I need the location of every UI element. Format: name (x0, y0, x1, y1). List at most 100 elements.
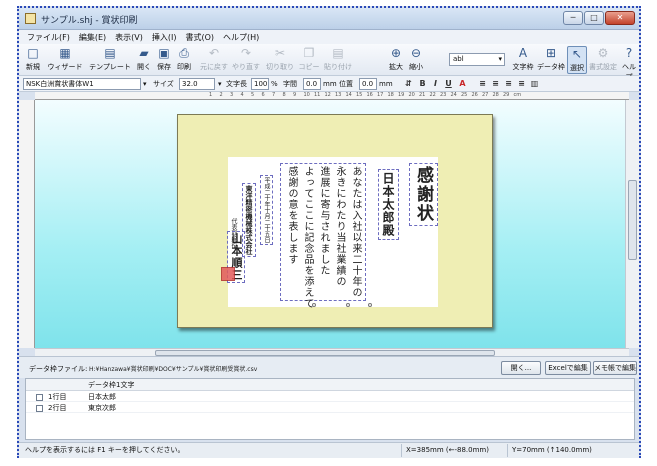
char-width-input[interactable]: 100 (251, 78, 269, 90)
edit-in-notepad-button[interactable]: メモ帳で編集 (593, 361, 637, 375)
row-value: 日本太郎 (88, 393, 116, 401)
resize-handle[interactable] (346, 303, 350, 307)
ruler-tick: 13 (335, 92, 342, 98)
char-width-label: 文字長 (226, 80, 247, 88)
undo-button[interactable]: ↶ 元に戻す (199, 46, 229, 74)
data-frame-icon: ⊞ (545, 46, 557, 60)
table-row[interactable]: 2行目 東京次郎 (26, 403, 634, 413)
open-button[interactable]: ▰ 開く (135, 46, 153, 74)
row-checkbox[interactable] (36, 405, 43, 412)
align-right-icon[interactable]: ≡ (503, 78, 514, 90)
scissors-icon: ✂ (274, 46, 286, 60)
format-toolbar: NSK白洲賞状書体W1 ▾ サイズ 32.0 ▾ 文字長 100 % 字間 0.… (19, 76, 639, 92)
seal-stamp-icon (221, 267, 235, 281)
vertical-scrollbar[interactable] (625, 100, 639, 348)
chevron-down-icon[interactable]: ▾ (218, 78, 222, 90)
resize-handle[interactable] (368, 303, 372, 307)
help-button[interactable]: ?ヘルプ (619, 46, 639, 81)
align-left-icon[interactable]: ≡ (477, 78, 488, 90)
data-frame-button[interactable]: ⊞ データ枠 (537, 46, 565, 74)
ruler-tick: 28 (492, 92, 499, 98)
position-label: 位置 (339, 80, 353, 88)
ruler-tick: 11 (314, 92, 321, 98)
vertical-text-icon[interactable]: ⇵ (403, 78, 414, 90)
close-button[interactable]: ✕ (605, 11, 635, 25)
row-number: 2行目 (48, 404, 67, 412)
title-bar: サンプル.shj - 賞状印刷 ─ □ ✕ (19, 8, 639, 30)
certificate-area[interactable]: 感謝状 日本太郎殿 あなたは入社以来二十年の 永きにわたり当社業績の 進展に寄与され… (221, 157, 438, 309)
wizard-button[interactable]: ▦ ウィザード (45, 46, 85, 74)
justify-icon[interactable]: ≡ (516, 78, 527, 90)
menu-insert[interactable]: 挿入(I) (152, 32, 177, 43)
cursor-icon: ↖ (571, 47, 583, 61)
print-button[interactable]: ⎙ 印刷 (175, 46, 193, 74)
copy-button[interactable]: ❐ コピー (297, 46, 321, 74)
paper-sheet[interactable]: 感謝状 日本太郎殿 あなたは入社以来二十年の 永きにわたり当社業績の 進展に寄与され… (177, 114, 493, 328)
menu-file[interactable]: ファイル(F) (27, 32, 70, 43)
certificate-body[interactable]: あなたは入社以来二十年の 永きにわたり当社業績の 進展に寄与されました よってここに記… (280, 163, 366, 309)
recipient-name[interactable]: 日本太郎殿 (378, 169, 399, 240)
ruler-tick: 10 (303, 92, 310, 98)
main-toolbar: □ 新規 ▦ ウィザード ▤ テンプレート ▰ 開く ▣ 保存 ⎙ 印刷 ↶ 元に戻す ↷ やり… (19, 44, 639, 81)
editor-area: 1 2 3 4 5 6 7 8 9 10 11 12 13 14 15 16 17 18 19 20 21 22 23 24 2… (19, 92, 639, 356)
status-bar: ヘルプを表示するには F1 キーを押してください。 X=385mm (←-88.… (19, 442, 639, 458)
distribute-icon[interactable]: ▥ (529, 78, 540, 90)
ruler-tick: 1 (209, 92, 213, 98)
underline-icon[interactable]: U (443, 78, 454, 90)
align-center-icon[interactable]: ≡ (490, 78, 501, 90)
menu-bar: ファイル(F) 編集(E) 表示(V) 挿入(I) 書式(O) ヘルプ(H) (19, 30, 639, 44)
italic-icon[interactable]: I (430, 78, 441, 90)
open-datafile-button[interactable]: 開く... (501, 361, 541, 375)
cut-button[interactable]: ✂ 切り取り (265, 46, 295, 74)
zoom-out-icon: ⊖ (410, 46, 422, 60)
template-icon: ▤ (104, 46, 116, 60)
menu-help[interactable]: ヘルプ(H) (223, 32, 259, 43)
resize-handle[interactable] (312, 303, 316, 307)
minimize-button[interactable]: ─ (563, 11, 583, 25)
folder-icon: ▰ (139, 46, 149, 60)
position-input[interactable]: 0.0 (359, 78, 377, 90)
ruler-tick: 21 (419, 92, 426, 98)
ruler-tick: 15 (356, 92, 363, 98)
menu-view[interactable]: 表示(V) (115, 32, 143, 43)
ruler-tick: 12 (324, 92, 331, 98)
menu-edit[interactable]: 編集(E) (79, 32, 106, 43)
menu-format[interactable]: 書式(O) (185, 32, 214, 43)
ruler-tick: 16 (366, 92, 373, 98)
body-line: 永きにわたり当社業績の (334, 166, 345, 287)
edit-in-excel-button[interactable]: Excelで編集 (545, 361, 591, 375)
font-color-icon[interactable]: A (457, 78, 468, 90)
body-line: 感謝の意を表します (286, 166, 297, 265)
save-button[interactable]: ▣ 保存 (155, 46, 173, 74)
select-button[interactable]: ↖ 選択 (567, 46, 587, 74)
row-value: 東京次郎 (88, 404, 116, 412)
vertical-ruler (19, 100, 35, 348)
ruler-tick: 25 (461, 92, 468, 98)
ruler-tick: 19 (398, 92, 405, 98)
ruler-tick: 3 (230, 92, 234, 98)
scroll-thumb[interactable] (628, 180, 637, 260)
zoom-out-button[interactable]: ⊖ 縮小 (407, 46, 425, 74)
maximize-button[interactable]: □ (584, 11, 604, 25)
app-icon (25, 13, 36, 24)
horizontal-scrollbar[interactable] (35, 348, 629, 356)
settings-icon: ⚙ (597, 46, 609, 60)
certificate-title[interactable]: 感謝状 (409, 163, 438, 226)
new-button[interactable]: □ 新規 (23, 46, 43, 74)
format-settings-button[interactable]: ⚙ 書式設定 (589, 46, 617, 74)
pitch-input[interactable]: 0.0 (303, 78, 321, 90)
redo-button[interactable]: ↷ やり直す (231, 46, 261, 74)
table-row[interactable]: 1行目 日本太郎 (26, 392, 634, 402)
row-checkbox[interactable] (36, 394, 43, 401)
font-style-select[interactable]: abl ▾ (449, 53, 505, 66)
chevron-down-icon[interactable]: ▾ (143, 78, 147, 90)
text-frame-button[interactable]: A 文字枠 (511, 46, 535, 74)
paste-button[interactable]: ▤ 貼り付け (323, 46, 353, 74)
size-select[interactable]: 32.0 (179, 78, 215, 90)
font-name-select[interactable]: NSK白洲賞状書体W1 (23, 78, 141, 90)
design-canvas[interactable]: 感謝状 日本太郎殿 あなたは入社以来二十年の 永きにわたり当社業績の 進展に寄与され… (35, 100, 629, 348)
award-date[interactable]: 平成二十年十月二十五日 (260, 175, 273, 245)
bold-icon[interactable]: B (417, 78, 428, 90)
template-button[interactable]: ▤ テンプレート (87, 46, 133, 74)
zoom-in-button[interactable]: ⊕ 拡大 (387, 46, 405, 74)
